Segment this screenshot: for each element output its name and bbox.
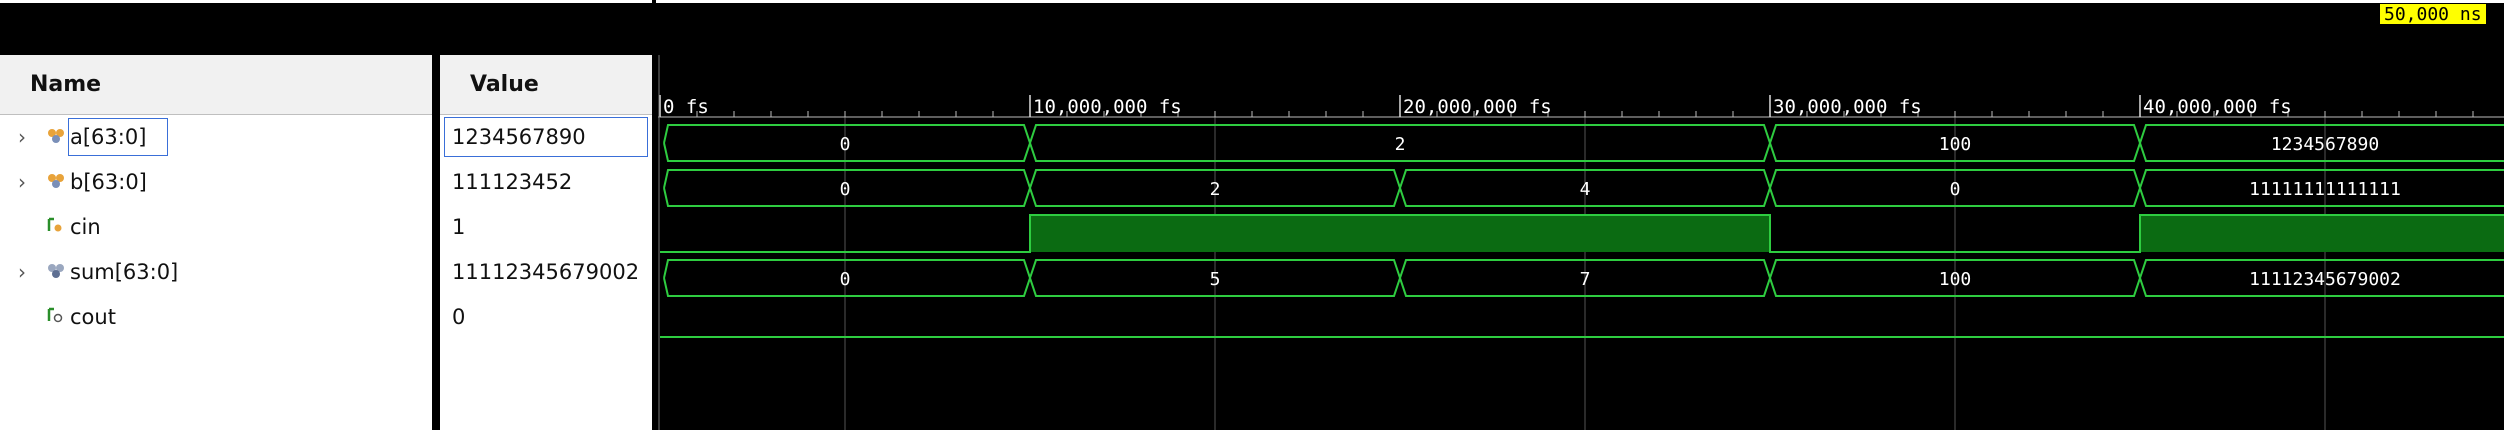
bit-signal-icon (47, 217, 62, 232)
column-divider[interactable] (432, 55, 440, 430)
wave-value-label: 4 (1580, 179, 1591, 200)
signal-row-sum[interactable]: › sum[63:0] (0, 250, 432, 295)
expand-chevron-icon[interactable]: › (18, 170, 26, 194)
signal-row-cout[interactable]: cout (0, 295, 432, 340)
value-row-b[interactable]: 111123452 (440, 160, 652, 205)
wave-value-label: 1234567890 (2271, 134, 2379, 155)
signal-value: 1 (452, 215, 466, 239)
wave-value-label: 2 (1395, 134, 1406, 155)
value-row-sum[interactable]: 11112345679002 (440, 250, 652, 295)
name-pane-toolbar (0, 0, 652, 55)
wave-value-label: 0 (840, 134, 851, 155)
wave-value-label: 5 (1210, 269, 1221, 290)
value-row-cout[interactable]: 0 (440, 295, 652, 340)
signal-row-cin[interactable]: cin (0, 205, 432, 250)
bus-signal-icon (48, 174, 64, 188)
waveform-viewer[interactable]: 0 fs 10,000,000 fs 20,000,000 fs 30,000,… (658, 55, 2504, 430)
signal-name: cin (70, 215, 101, 239)
name-column-header[interactable]: Name (0, 55, 432, 115)
value-header-label: Value (470, 72, 539, 97)
bus-signal-icon (48, 129, 64, 143)
ruler-tick-label: 30,000,000 fs (1773, 96, 1922, 118)
wave-value-label: 11111111111111 (2249, 179, 2401, 200)
wave-value-label: 0 (840, 179, 851, 200)
ruler-tick-label: 20,000,000 fs (1403, 96, 1552, 118)
wave-value-label: 7 (1580, 269, 1591, 290)
wave-value-label: 2 (1210, 179, 1221, 200)
ruler-tick-label: 0 fs (663, 96, 709, 118)
signal-name: sum[63:0] (70, 260, 179, 284)
wave-value-label: 0 (1950, 179, 1961, 200)
signal-name: cout (70, 305, 116, 329)
ruler-tick-label: 10,000,000 fs (1033, 96, 1182, 118)
signal-row-a[interactable]: › a[63:0] (0, 115, 432, 160)
pane-divider[interactable] (652, 0, 656, 430)
value-column-header[interactable]: Value (440, 55, 652, 115)
signal-value: 11112345679002 (452, 260, 640, 284)
wave-value-label: 11112345679002 (2249, 269, 2401, 290)
bit-output-icon (47, 307, 63, 323)
time-ruler: 0 fs 10,000,000 fs 20,000,000 fs 30,000,… (658, 95, 2504, 118)
bus-output-icon (48, 264, 64, 278)
wave-value-label: 100 (1939, 269, 1972, 290)
selection-outline (68, 118, 168, 156)
signal-name: b[63:0] (70, 170, 147, 194)
wave-value-label: 0 (840, 269, 851, 290)
wave-pane-toolbar (656, 0, 2504, 55)
name-header-label: Name (30, 72, 102, 97)
value-row-cin[interactable]: 1 (440, 205, 652, 250)
wave-a[interactable] (663, 124, 2504, 162)
signal-name-list: › a[63:0] › b[63:0] cin › sum[63:0] cout (0, 115, 432, 430)
signal-value: 1234567890 (452, 125, 586, 149)
expand-chevron-icon[interactable]: › (18, 260, 26, 284)
time-cursor-label[interactable]: 50,000 ns (2380, 4, 2486, 24)
value-row-a[interactable]: 1234567890 (440, 115, 652, 160)
signal-value: 111123452 (452, 170, 573, 194)
signal-value: 0 (452, 305, 466, 329)
wave-cin[interactable] (660, 214, 2504, 253)
signal-row-b[interactable]: › b[63:0] (0, 160, 432, 205)
expand-chevron-icon[interactable]: › (18, 125, 26, 149)
wave-value-label: 100 (1939, 134, 1972, 155)
ruler-tick-label: 40,000,000 fs (2143, 96, 2292, 118)
signal-value-list: 1234567890 111123452 1 11112345679002 0 (440, 115, 652, 430)
